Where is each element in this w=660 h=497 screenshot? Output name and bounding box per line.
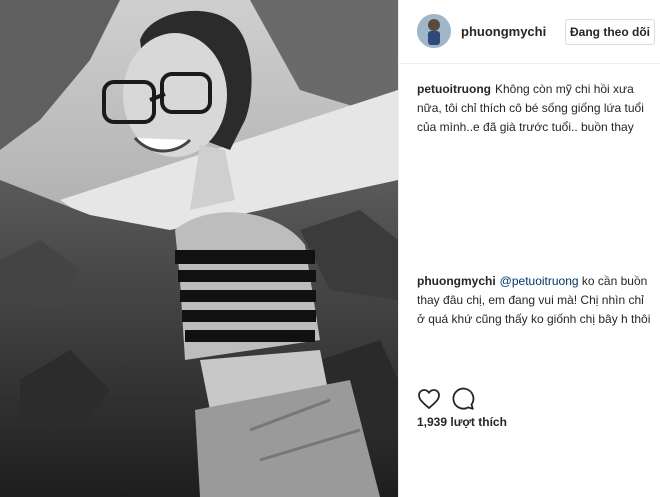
comment-item: petuoitruong Không còn mỹ chi hồi xưa nữa… xyxy=(417,80,653,137)
post-author-username[interactable]: phuongmychi xyxy=(461,24,546,39)
post-header: phuongmychi Đang theo dõi xyxy=(399,0,660,64)
following-button[interactable]: Đang theo dõi xyxy=(565,19,655,45)
post-photo-image xyxy=(0,0,398,497)
like-count[interactable]: 1,939 lượt thích xyxy=(417,415,507,429)
avatar-image xyxy=(417,14,451,48)
heart-icon[interactable] xyxy=(417,387,441,411)
avatar[interactable] xyxy=(417,14,451,48)
comment-username[interactable]: petuoitruong xyxy=(417,82,491,96)
instagram-post: phuongmychi Đang theo dõi petuoitruong Kh… xyxy=(0,0,660,497)
comment-mention[interactable]: @petuoitruong xyxy=(500,274,579,288)
post-photo[interactable] xyxy=(0,0,398,497)
comment-item: phuongmychi @petuoitruong ko cần buồn tha… xyxy=(417,272,653,329)
post-sidebar: phuongmychi Đang theo dõi petuoitruong Kh… xyxy=(398,0,660,497)
comment-bubble-icon[interactable] xyxy=(451,387,475,411)
comment-username[interactable]: phuongmychi xyxy=(417,274,496,288)
